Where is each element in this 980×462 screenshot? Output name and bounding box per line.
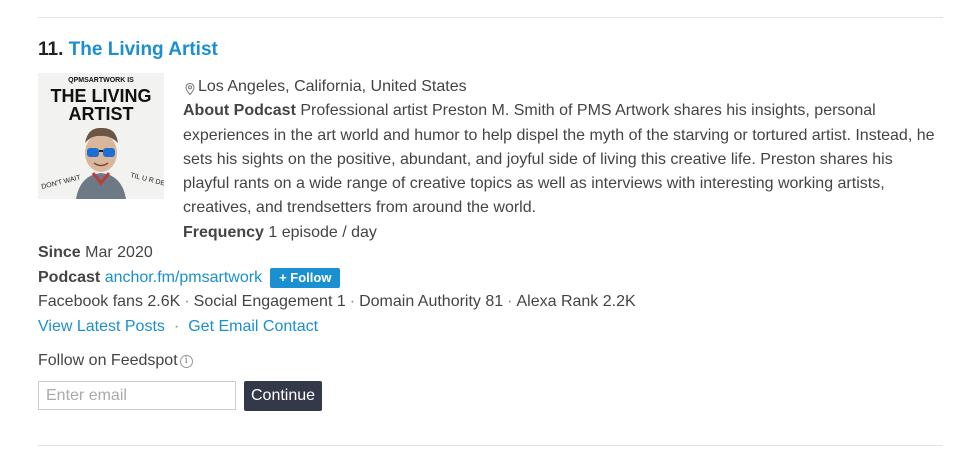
links-row: View Latest Posts · Get Email Contact (38, 315, 943, 339)
email-input[interactable] (38, 381, 236, 410)
facebook-fans: Facebook fans 2.6K (38, 293, 181, 310)
podcast-link[interactable]: anchor.fm/pmsartwork (105, 266, 262, 290)
alexa-rank: Alexa Rank 2.2K (516, 293, 636, 310)
continue-button[interactable]: Continue (244, 381, 323, 411)
podcast-details: Los Angeles, California, United States A… (183, 75, 943, 245)
location-text: Los Angeles, California, United States (198, 78, 467, 95)
view-latest-posts-link[interactable]: View Latest Posts (38, 318, 165, 335)
follow-button[interactable]: + Follow (270, 268, 341, 288)
location-row: Los Angeles, California, United States (183, 75, 943, 99)
follow-feedspot-label: Follow on Feedspot (38, 352, 178, 369)
artwork-brand: QPMSARTWORK IS (68, 77, 134, 84)
stats-separator: · (507, 293, 513, 310)
about-text: Professional artist Preston M. Smith of … (183, 102, 935, 217)
podcast-label: Podcast (38, 269, 101, 286)
podcast-artwork: QPMSARTWORK IS THE LIVING ARTIST DON'T W… (38, 73, 164, 199)
about-podcast: About Podcast Professional artist Presto… (183, 99, 943, 220)
about-label: About Podcast (183, 102, 296, 120)
bottom-divider (38, 445, 943, 446)
stats-row: Facebook fans 2.6K · Social Engagement 1 · D… (38, 290, 943, 314)
podcast-row: Podcast anchor.fm/pmsartwork + Follow (38, 266, 943, 290)
stats-separator: · (184, 293, 190, 310)
rank-number: 11. (38, 39, 64, 60)
links-separator: · (173, 318, 180, 335)
podcast-title-link[interactable]: The Living Artist (69, 39, 218, 60)
since-row: Since Mar 2020 (38, 241, 943, 265)
social-engagement: Social Engagement 1 (193, 293, 346, 310)
frequency-label: Frequency (183, 223, 264, 241)
follow-feedspot-label-row: Follow on Feedspot i (38, 352, 193, 370)
get-email-contact-link[interactable]: Get Email Contact (188, 318, 318, 335)
top-divider (38, 17, 943, 18)
podcast-thumbnail[interactable]: QPMSARTWORK IS THE LIVING ARTIST DON'T W… (38, 73, 164, 199)
artwork-title-line2: ARTIST (69, 104, 134, 124)
stats-separator: · (349, 293, 356, 310)
frequency-value: 1 episode / day (268, 223, 377, 241)
info-icon[interactable]: i (179, 354, 193, 368)
since-label: Since (38, 244, 81, 261)
artwork-title-line1: THE LIVING (50, 86, 151, 106)
domain-authority: Domain Authority 81 (359, 293, 504, 310)
since-value: Mar 2020 (85, 244, 153, 261)
map-pin-icon (183, 80, 197, 96)
listing-title-row: 11. The Living Artist (38, 38, 218, 62)
